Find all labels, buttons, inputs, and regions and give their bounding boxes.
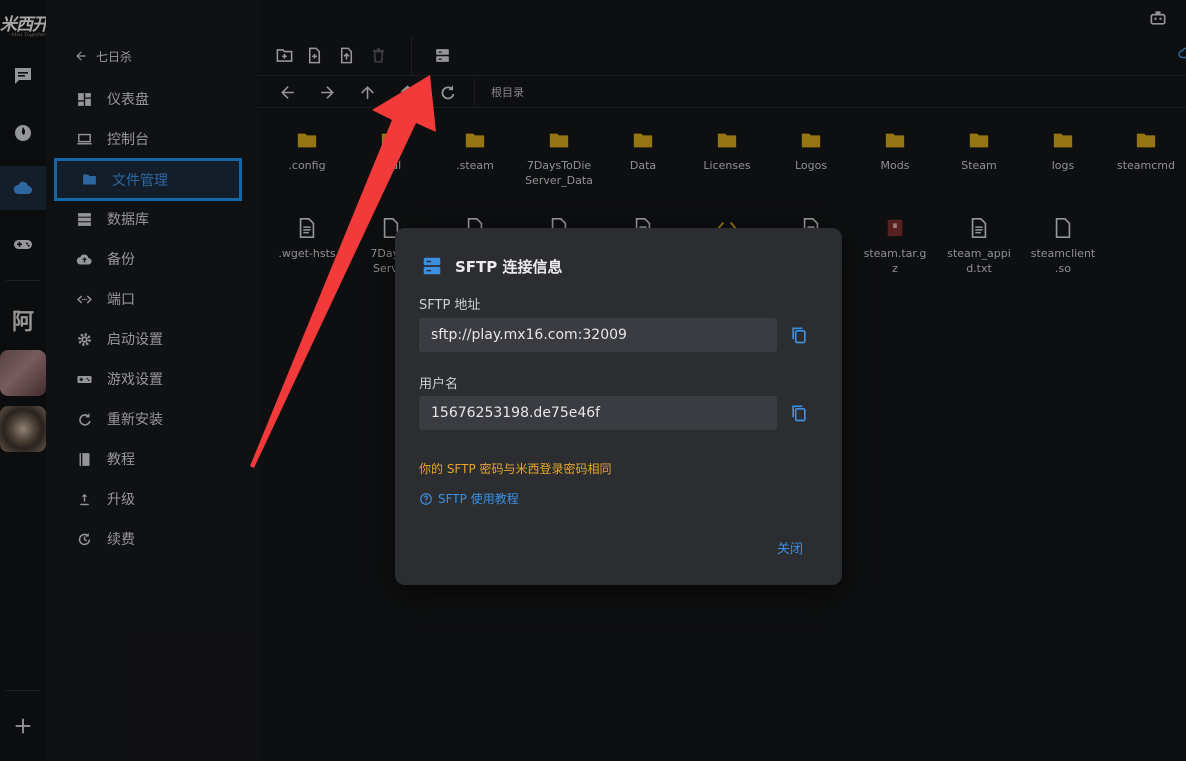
server-icon: [423, 257, 441, 275]
sftp-address-field[interactable]: sftp://play.mx16.com:32009: [419, 318, 777, 352]
copy-address-button[interactable]: [788, 323, 810, 347]
help-icon: [420, 492, 432, 505]
sftp-info-dialog: SFTP 连接信息 SFTP 地址 sftp://play.mx16.com:3…: [395, 228, 842, 585]
sftp-tutorial-link[interactable]: SFTP 使用教程: [419, 490, 519, 507]
copy-icon: [792, 405, 806, 422]
username-field[interactable]: 15676253198.de75e46f: [419, 396, 777, 430]
dialog-title: SFTP 连接信息: [421, 254, 563, 278]
copy-icon: [792, 327, 806, 344]
close-button[interactable]: 关闭: [777, 538, 803, 557]
sftp-address-label: SFTP 地址: [419, 298, 481, 313]
copy-username-button[interactable]: [788, 401, 810, 425]
username-label: 用户名: [419, 377, 459, 392]
password-note: 你的 SFTP 密码与米西登录密码相同: [419, 462, 612, 476]
